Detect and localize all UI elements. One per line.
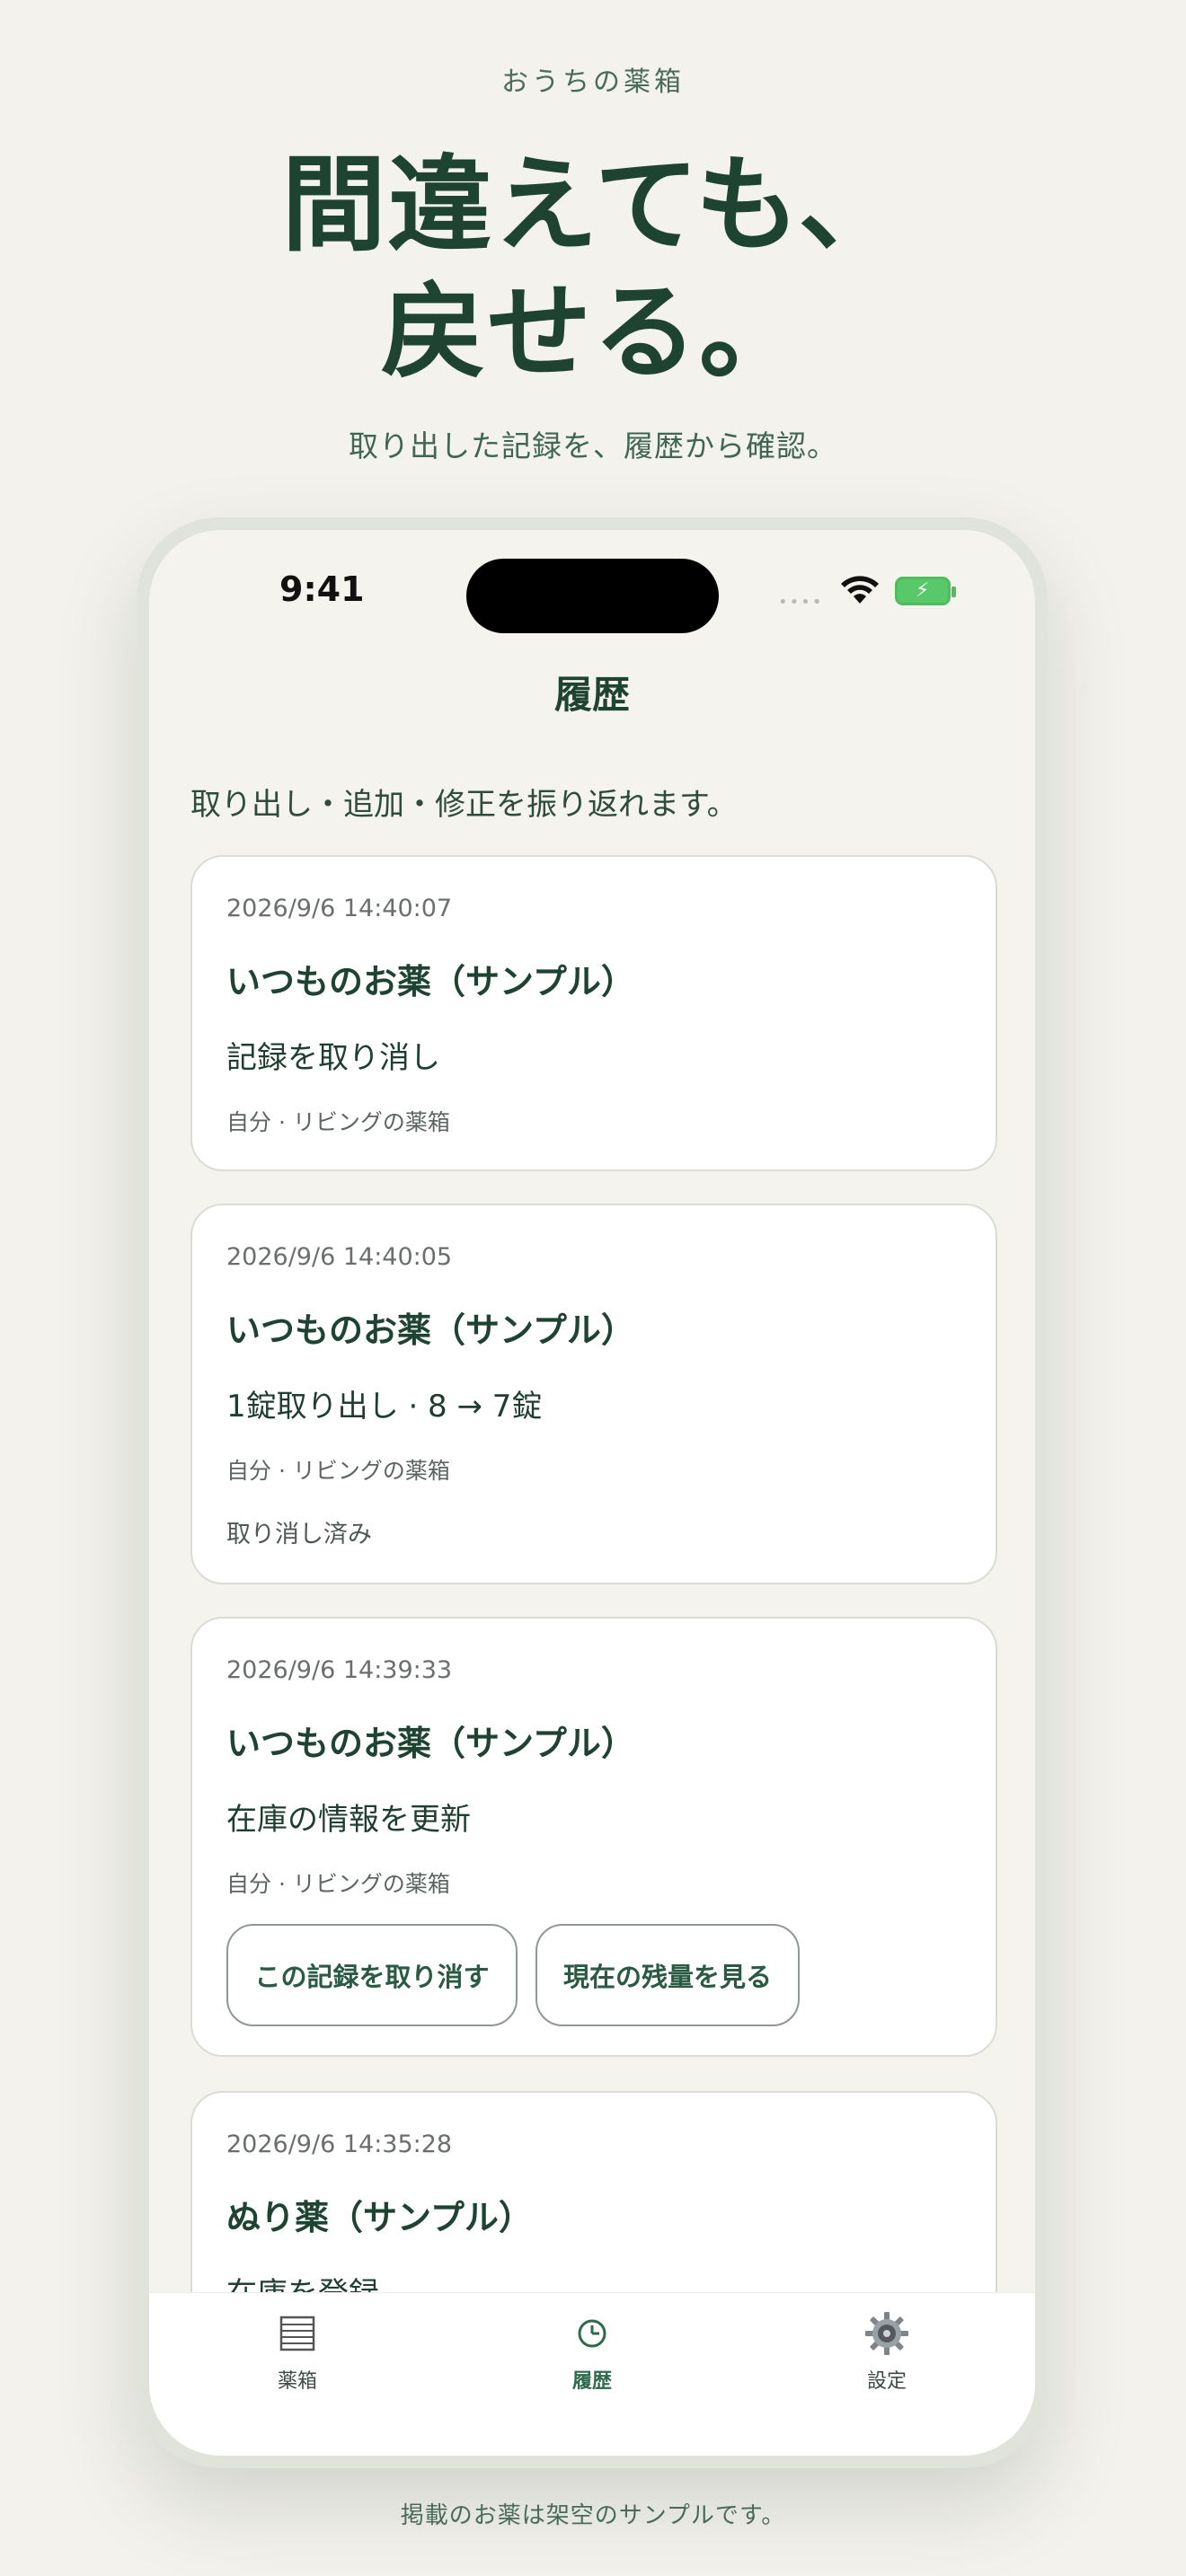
brand-name: おうちの薬箱 bbox=[501, 66, 685, 98]
phone-screen: 9:41 •••• ⚡ 履歴 取り出し・追加・修正を振り返れます。 2026/9… bbox=[149, 530, 1035, 2456]
clock-icon bbox=[520, 2309, 664, 2358]
history-card[interactable]: 2026/9/6 14:40:05 いつものお薬（サンプル） 1錠取り出し · … bbox=[190, 1204, 997, 1584]
history-action: 1錠取り出し · 8 → 7錠 bbox=[226, 1389, 543, 1425]
undo-record-button[interactable]: この記録を取り消す bbox=[226, 1924, 518, 2026]
tab-label: 薬箱 bbox=[277, 2370, 317, 2393]
medicine-box-icon bbox=[226, 2309, 369, 2358]
history-meta: 自分 · リビングの薬箱 bbox=[226, 1871, 450, 1897]
footnote: 掲載のお薬は架空のサンプルです。 bbox=[400, 2502, 786, 2529]
tab-label: 履歴 bbox=[571, 2370, 612, 2393]
history-medicine-name: いつものお薬（サンプル） bbox=[226, 1310, 635, 1350]
status-indicators: •••• ⚡ bbox=[778, 573, 985, 612]
battery-icon: ⚡ bbox=[895, 577, 956, 605]
history-action: 在庫の情報を更新 bbox=[226, 1802, 471, 1838]
history-timestamp: 2026/9/6 14:35:28 bbox=[226, 2130, 453, 2158]
history-timestamp: 2026/9/6 14:39:33 bbox=[226, 1656, 453, 1684]
history-medicine-name: ぬり薬（サンプル） bbox=[226, 2198, 533, 2237]
tab-medicine-box[interactable]: 薬箱 bbox=[226, 2309, 369, 2394]
history-medicine-name: いつものお薬（サンプル） bbox=[226, 1724, 635, 1763]
gear-icon bbox=[815, 2309, 959, 2358]
charging-bolt-icon: ⚡ bbox=[916, 579, 930, 602]
wifi-icon bbox=[841, 576, 879, 604]
cellular-signal-icon: •••• bbox=[778, 593, 824, 612]
history-card[interactable]: 2026/9/6 14:40:07 いつものお薬（サンプル） 記録を取り消し 自… bbox=[190, 855, 997, 1171]
screen-intro: 取り出し・追加・修正を振り返れます。 bbox=[190, 787, 738, 823]
headline-line-1: 間違えても、 bbox=[281, 145, 905, 266]
tab-bar: 薬箱 履歴 設定 bbox=[149, 2292, 1035, 2456]
dynamic-island bbox=[466, 559, 719, 633]
history-action: 記録を取り消し bbox=[226, 1040, 440, 1076]
tab-settings[interactable]: 設定 bbox=[815, 2309, 959, 2394]
promo-page: おうちの薬箱 間違えても、 戻せる。 取り出した記録を、履歴から確認。 9:41… bbox=[0, 0, 1186, 2576]
history-meta: 自分 · リビングの薬箱 bbox=[226, 1458, 450, 1484]
tab-history[interactable]: 履歴 bbox=[520, 2309, 664, 2394]
status-time: 9:41 bbox=[279, 569, 365, 609]
history-card[interactable]: 2026/9/6 14:39:33 いつものお薬（サンプル） 在庫の情報を更新 … bbox=[190, 1617, 997, 2057]
history-timestamp: 2026/9/6 14:40:05 bbox=[226, 1243, 453, 1271]
headline: 間違えても、 戻せる。 bbox=[0, 142, 1186, 397]
tab-label: 設定 bbox=[866, 2370, 907, 2393]
screen-title: 履歴 bbox=[553, 673, 630, 717]
subheadline: 取り出した記録を、履歴から確認。 bbox=[349, 428, 837, 463]
view-stock-button[interactable]: 現在の残量を見る bbox=[535, 1924, 800, 2026]
history-medicine-name: いつものお薬（サンプル） bbox=[226, 962, 635, 1001]
history-timestamp: 2026/9/6 14:40:07 bbox=[226, 895, 453, 922]
history-status-undone: 取り消し済み bbox=[226, 1521, 372, 1548]
history-meta: 自分 · リビングの薬箱 bbox=[226, 1109, 450, 1135]
headline-line-2: 戻せる。 bbox=[381, 272, 805, 393]
